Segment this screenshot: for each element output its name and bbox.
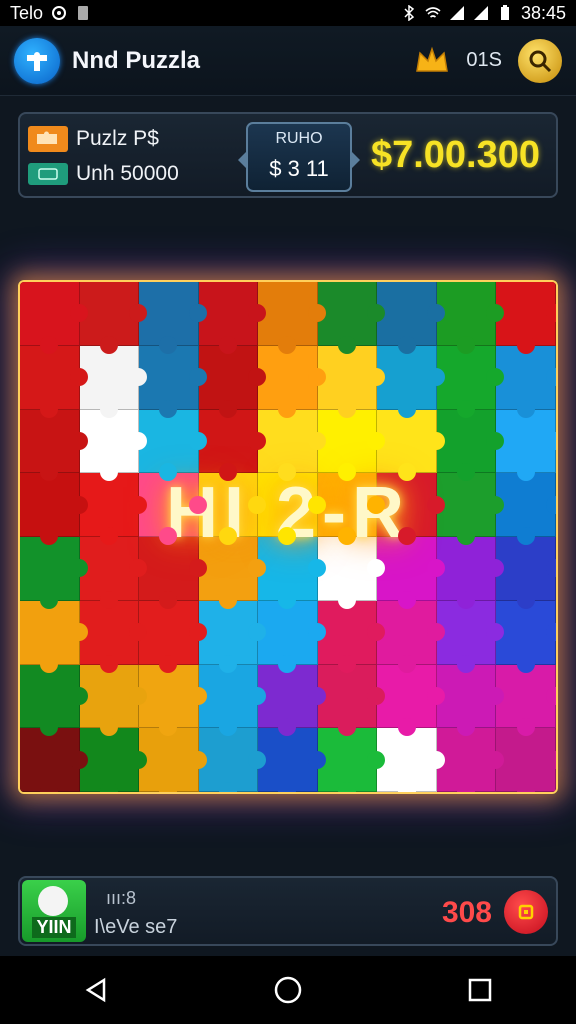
puzzle-piece[interactable] xyxy=(79,664,147,736)
app-title: Nnd Puzzla xyxy=(72,46,201,74)
puzzle-piece[interactable] xyxy=(436,728,504,792)
puzzle-tag-icon xyxy=(28,126,68,152)
puzzle-piece[interactable] xyxy=(79,282,147,354)
puzzle-piece[interactable] xyxy=(20,282,88,354)
puzzle-piece[interactable] xyxy=(496,409,556,481)
puzzle-piece[interactable] xyxy=(258,600,326,673)
puzzle-piece[interactable] xyxy=(79,728,147,792)
puzzle-piece[interactable] xyxy=(139,664,207,736)
puzzle-piece[interactable] xyxy=(317,600,385,673)
puzzle-piece[interactable] xyxy=(198,282,266,354)
puzzle-piece[interactable] xyxy=(317,728,385,792)
puzzle-piece[interactable] xyxy=(258,409,326,481)
info-row-unlock: Unh 50000 xyxy=(28,162,179,186)
puzzle-piece[interactable] xyxy=(139,345,207,418)
puzzle-piece[interactable] xyxy=(496,664,556,736)
puzzle-piece[interactable] xyxy=(496,728,556,792)
player-line1: ııı:8 xyxy=(106,888,137,908)
puzzle-piece[interactable] xyxy=(79,345,147,418)
puzzle-piece[interactable] xyxy=(436,409,504,481)
puzzle-piece[interactable] xyxy=(198,409,266,481)
puzzle-piece[interactable] xyxy=(317,345,385,418)
header-actions: 01S xyxy=(414,38,562,83)
player-badge-text: YIIN xyxy=(32,917,76,938)
puzzle-piece[interactable] xyxy=(20,728,88,792)
puzzle-piece[interactable] xyxy=(20,409,88,481)
puzzle-piece[interactable] xyxy=(258,728,326,792)
puzzle-piece[interactable] xyxy=(317,282,385,354)
puzzle-piece[interactable] xyxy=(139,282,207,354)
puzzle-piece[interactable] xyxy=(377,664,445,736)
clock: 38:45 xyxy=(520,2,566,23)
puzzle-piece[interactable] xyxy=(377,409,445,481)
player-line2: I\eVe se7 xyxy=(94,916,178,938)
puzzle-piece[interactable] xyxy=(317,664,385,736)
puzzle-piece[interactable] xyxy=(377,728,445,792)
bluetooth-icon xyxy=(404,5,415,21)
coin-icon[interactable] xyxy=(504,890,548,934)
puzzle-piece[interactable] xyxy=(258,664,326,736)
round-label: RUHO xyxy=(275,130,323,147)
puzzle-piece[interactable] xyxy=(79,600,147,673)
puzzle-piece[interactable] xyxy=(317,409,385,481)
puzzle-piece[interactable] xyxy=(496,282,556,354)
info-row-puzzles: Puzlz P$ xyxy=(28,126,159,152)
signal-icon-2 xyxy=(473,6,488,20)
player-score: 308 xyxy=(441,896,492,929)
puzzle-piece[interactable] xyxy=(20,345,88,418)
info-panel: Puzlz P$ Unh 50000 RUHO $ 3 11 $7.00.300 xyxy=(18,112,558,198)
puzzle-piece[interactable] xyxy=(436,345,504,418)
puzzle-piece[interactable] xyxy=(496,345,556,418)
info-row-puzzles-label: Puzlz P$ xyxy=(76,127,159,150)
puzzle-piece[interactable] xyxy=(377,345,445,418)
puzzle-piece[interactable] xyxy=(198,345,266,418)
settings-icon xyxy=(52,6,67,20)
avatar-face-icon xyxy=(38,886,68,916)
puzzle-piece[interactable] xyxy=(377,282,445,354)
puzzle-piece[interactable] xyxy=(496,600,556,673)
puzzle-piece[interactable] xyxy=(139,728,207,792)
cash-tag-icon xyxy=(28,163,68,185)
puzzle-piece[interactable] xyxy=(198,728,266,792)
battery-icon xyxy=(500,5,509,20)
puzzle-piece[interactable] xyxy=(436,282,504,354)
puzzle-piece[interactable] xyxy=(377,600,445,673)
puzzle-piece[interactable] xyxy=(20,600,88,673)
money-total: $7.00.300 xyxy=(370,134,540,176)
puzzle-piece[interactable] xyxy=(436,664,504,736)
puzzle-piece[interactable] xyxy=(79,409,147,481)
carrier-label: Telo xyxy=(10,2,44,23)
crown-icon xyxy=(416,46,449,72)
info-row-unlock-label: Unh 50000 xyxy=(76,162,179,185)
player-panel: YIIN ııı:8 I\eVe se7 308 xyxy=(18,876,558,946)
status-bar: Telo 38:45 xyxy=(0,0,576,26)
round-value: $ 3 11 xyxy=(269,156,329,181)
round-box[interactable]: RUHO $ 3 11 xyxy=(238,122,360,192)
puzzle-piece[interactable] xyxy=(198,600,266,673)
player-avatar[interactable]: YIIN xyxy=(22,880,86,942)
status-left: Telo xyxy=(10,3,91,24)
puzzle-piece[interactable] xyxy=(258,282,326,354)
puzzle-piece[interactable] xyxy=(198,664,266,736)
sim-icon xyxy=(78,6,89,20)
crown-count: 01S xyxy=(466,49,502,71)
puzzle-piece[interactable] xyxy=(258,345,326,418)
app-header: Nnd Puzzla 01S xyxy=(0,26,576,96)
signal-icon xyxy=(449,6,464,20)
puzzle-piece[interactable] xyxy=(436,600,504,673)
back-icon[interactable] xyxy=(66,960,126,1020)
puzzle-piece[interactable] xyxy=(139,600,207,673)
wifi-icon xyxy=(425,7,441,18)
status-right: 38:45 xyxy=(401,3,566,24)
system-nav-bar xyxy=(0,956,576,1024)
puzzle-piece[interactable] xyxy=(139,409,207,481)
recents-icon[interactable] xyxy=(450,960,510,1020)
puzzle-piece[interactable] xyxy=(20,664,88,736)
puzzle-logo-icon[interactable] xyxy=(14,37,60,84)
search-coin-icon[interactable] xyxy=(518,38,562,83)
home-icon[interactable] xyxy=(258,960,318,1020)
